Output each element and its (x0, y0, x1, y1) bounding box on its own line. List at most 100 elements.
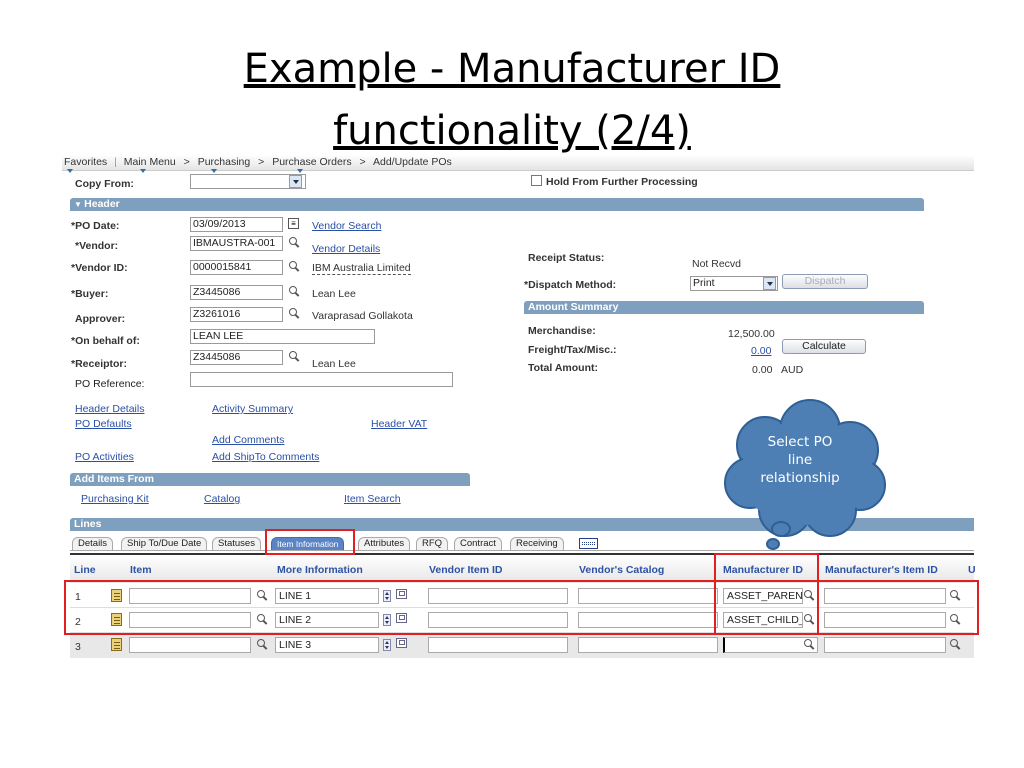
magnifier-icon[interactable] (804, 590, 815, 601)
callout-line2: line (787, 452, 813, 468)
tab-attributes[interactable]: Attributes (358, 537, 411, 550)
hold-checkbox[interactable] (531, 175, 542, 186)
buyer-input[interactable]: Z3445086 (190, 285, 283, 300)
more-information-input[interactable]: LINE 2 (275, 612, 379, 628)
manufacturers-item-id-input[interactable] (824, 637, 946, 653)
spinner-icon[interactable] (383, 639, 391, 651)
dropdown-arrow-icon[interactable] (763, 277, 776, 290)
magnifier-icon[interactable] (289, 351, 300, 362)
vendors-catalog-input[interactable] (578, 612, 718, 628)
magnifier-icon[interactable] (289, 308, 300, 319)
chevron-down-icon[interactable] (67, 169, 73, 173)
chevron-down-icon[interactable] (211, 169, 217, 173)
more-information-input[interactable]: LINE 1 (275, 588, 379, 604)
tab-details[interactable]: Details (72, 537, 114, 550)
total-amount-value: 0.00 (752, 364, 773, 376)
purchasing-kit-link[interactable]: Purchasing Kit (81, 493, 149, 505)
dropdown-arrow-icon[interactable] (289, 175, 302, 188)
buyer-name: Lean Lee (312, 288, 356, 300)
po-reference-input[interactable] (190, 372, 453, 387)
popup-icon[interactable] (396, 589, 407, 599)
header-vat-link[interactable]: Header VAT (371, 418, 427, 430)
vendors-catalog-input[interactable] (578, 588, 718, 604)
magnifier-icon[interactable] (950, 590, 961, 601)
manufacturers-item-id-input[interactable] (824, 612, 946, 628)
document-icon[interactable] (111, 613, 122, 626)
breadcrumb-purchase-orders[interactable]: Purchase Orders (272, 156, 351, 168)
calendar-icon[interactable]: ≡ (288, 218, 299, 229)
tab-item-information[interactable]: Item Information (271, 537, 345, 550)
document-icon[interactable] (111, 589, 122, 602)
add-items-section-title: Add Items From (70, 473, 470, 486)
magnifier-icon[interactable] (950, 639, 961, 650)
popup-icon[interactable] (396, 638, 407, 648)
spinner-icon[interactable] (383, 590, 391, 602)
vendor-id-input[interactable]: 0000015841 (190, 260, 283, 275)
tab-rfq[interactable]: RFQ (416, 537, 449, 550)
vendor-input[interactable]: IBMAUSTRA-001 (190, 236, 283, 251)
breadcrumb-separator: > (183, 156, 190, 168)
magnifier-icon[interactable] (804, 614, 815, 625)
vendor-label: *Vendor: (75, 240, 119, 252)
receiptor-label: *Receiptor: (71, 358, 128, 370)
tab-ship-to-due-date[interactable]: Ship To/Due Date (121, 537, 208, 550)
more-information-input[interactable]: LINE 3 (275, 637, 379, 653)
tab-receiving[interactable]: Receiving (510, 537, 564, 550)
vendor-search-link[interactable]: Vendor Search (312, 220, 381, 232)
grid-view-icon[interactable] (579, 538, 598, 549)
header-details-link[interactable]: Header Details (75, 403, 144, 415)
item-input[interactable] (129, 637, 251, 653)
breadcrumb-main-menu[interactable]: Main Menu (124, 156, 176, 168)
catalog-link[interactable]: Catalog (204, 493, 240, 505)
vendors-catalog-input[interactable] (578, 637, 718, 653)
approver-input[interactable]: Z3261016 (190, 307, 283, 322)
line-number: 3 (75, 641, 81, 653)
line-number: 1 (75, 591, 81, 603)
breadcrumb-add-update-pos[interactable]: Add/Update POs (373, 156, 452, 168)
item-input[interactable] (129, 588, 251, 604)
magnifier-icon[interactable] (257, 639, 268, 650)
tab-contract[interactable]: Contract (454, 537, 502, 550)
item-search-link[interactable]: Item Search (344, 493, 401, 505)
manufacturer-id-input[interactable]: ASSET_PARENT (723, 588, 803, 604)
magnifier-icon[interactable] (257, 590, 268, 601)
calculate-button[interactable]: Calculate (782, 339, 866, 354)
vendor-details-link[interactable]: Vendor Details (312, 243, 380, 255)
dispatch-button[interactable]: Dispatch (782, 274, 868, 289)
vendor-item-id-input[interactable] (428, 612, 568, 628)
item-input[interactable] (129, 612, 251, 628)
collapse-icon[interactable]: ▼ (74, 200, 84, 209)
magnifier-icon[interactable] (257, 614, 268, 625)
manufacturer-id-input[interactable]: ASSET_CHILD_( (723, 612, 803, 628)
vendor-item-id-input[interactable] (428, 588, 568, 604)
header-section-bar[interactable]: ▼ Header (70, 198, 924, 211)
po-defaults-link[interactable]: PO Defaults (75, 418, 132, 430)
breadcrumb-purchasing[interactable]: Purchasing (198, 156, 251, 168)
freight-value-link[interactable]: 0.00 (751, 345, 771, 357)
magnifier-icon[interactable] (289, 261, 300, 272)
magnifier-icon[interactable] (804, 639, 815, 650)
callout-text: Select PO line relationship (745, 433, 855, 487)
document-icon[interactable] (111, 638, 122, 651)
po-activities-link[interactable]: PO Activities (75, 451, 134, 463)
popup-icon[interactable] (396, 613, 407, 623)
magnifier-icon[interactable] (289, 286, 300, 297)
magnifier-icon[interactable] (950, 614, 961, 625)
chevron-down-icon[interactable] (297, 169, 303, 173)
chevron-down-icon[interactable] (140, 169, 146, 173)
manufacturers-item-id-input[interactable] (824, 588, 946, 604)
spinner-icon[interactable] (383, 614, 391, 626)
vendor-item-id-input[interactable] (428, 637, 568, 653)
add-comments-link[interactable]: Add Comments (212, 434, 284, 446)
breadcrumb-separator: > (359, 156, 366, 168)
activity-summary-link[interactable]: Activity Summary (212, 403, 293, 415)
magnifier-icon[interactable] (289, 237, 300, 248)
receiptor-input[interactable]: Z3445086 (190, 350, 283, 365)
merchandise-value: 12,500.00 (728, 328, 775, 340)
po-reference-label: PO Reference: (75, 378, 145, 390)
breadcrumb-favorites[interactable]: Favorites (64, 156, 107, 168)
tab-statuses[interactable]: Statuses (212, 537, 261, 550)
add-shipto-comments-link[interactable]: Add ShipTo Comments (212, 451, 319, 463)
on-behalf-input[interactable]: LEAN LEE (190, 329, 375, 344)
po-date-input[interactable]: 03/09/2013 (190, 217, 283, 232)
